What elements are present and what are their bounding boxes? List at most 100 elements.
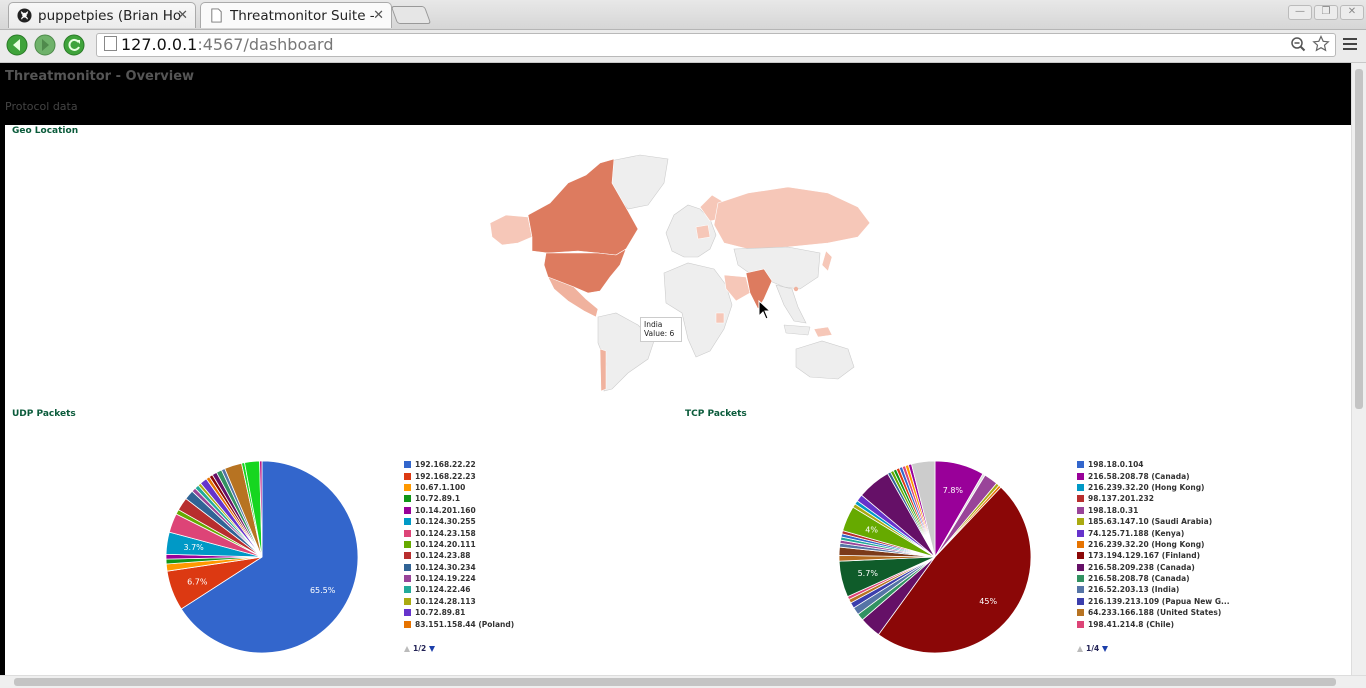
horizontal-scrollbar[interactable] — [0, 675, 1366, 688]
country-poland — [695, 224, 711, 240]
legend-item[interactable]: 98.137.201.232 — [1077, 493, 1230, 504]
legend-item[interactable]: 64.233.166.188 (United States) — [1077, 607, 1230, 618]
legend-label: 10.124.23.88 — [415, 551, 471, 561]
country-kenya — [715, 312, 725, 324]
legend-item[interactable]: 10.124.22.46 — [404, 584, 514, 595]
legend-label: 216.52.203.13 (India) — [1088, 585, 1180, 595]
legend-label: 10.124.19.224 — [415, 574, 476, 584]
back-icon[interactable] — [6, 34, 28, 56]
next-page-icon[interactable] — [1102, 645, 1109, 652]
vertical-scrollbar[interactable] — [1351, 63, 1366, 675]
legend-swatch — [404, 620, 411, 628]
udp-page-indicator: 1/2 — [413, 644, 427, 653]
zoom-icon[interactable] — [1290, 36, 1306, 52]
legend-item[interactable]: 185.63.147.10 (Saudi Arabia) — [1077, 516, 1230, 527]
udp-legend-pager: 1/2 — [404, 644, 436, 653]
legend-item[interactable]: 10.124.30.255 — [404, 516, 514, 527]
legend-item[interactable]: 10.124.23.88 — [404, 550, 514, 561]
menu-icon[interactable] — [1343, 35, 1357, 53]
legend-swatch — [404, 609, 411, 617]
legend-item[interactable]: 74.125.71.188 (Kenya) — [1077, 527, 1230, 538]
legend-item[interactable]: 10.124.23.158 — [404, 527, 514, 538]
prev-page-icon[interactable] — [1077, 645, 1083, 652]
legend-item[interactable]: 10.67.1.100 — [404, 482, 514, 493]
tcp-pie-chart[interactable]: 7.8% 45% 5.7% 4% — [833, 455, 1037, 659]
protocol-data-link[interactable]: Protocol data — [5, 100, 78, 113]
legend-item[interactable]: 83.151.158.44 (Poland) — [404, 618, 514, 629]
legend-label: 216.139.213.109 (Papua New G... — [1088, 596, 1230, 606]
legend-item[interactable]: 216.58.208.78 (Canada) — [1077, 573, 1230, 584]
legend-swatch — [404, 483, 411, 491]
restore-button[interactable]: ❐ — [1314, 5, 1338, 20]
close-icon[interactable]: ✕ — [373, 8, 384, 23]
legend-item[interactable]: 10.124.28.113 — [404, 596, 514, 607]
udp-packets-title: UDP Packets — [12, 409, 76, 419]
legend-label: 10.124.22.46 — [415, 585, 471, 595]
legend-item[interactable]: 216.239.32.20 (Hong Kong) — [1077, 482, 1230, 493]
prev-page-icon[interactable] — [404, 645, 410, 652]
page-info-icon[interactable] — [104, 36, 117, 51]
address-bar[interactable]: 127.0.0.1:4567/dashboard — [96, 33, 1336, 57]
tcp-legend: 198.18.0.104 216.58.208.78 (Canada) 216.23… — [1077, 459, 1230, 630]
legend-item[interactable]: 216.58.208.78 (Canada) — [1077, 470, 1230, 481]
country-chile — [599, 348, 607, 392]
legend-item[interactable]: 198.18.0.104 — [1077, 459, 1230, 470]
legend-item[interactable]: 10.72.89.1 — [404, 493, 514, 504]
legend-item[interactable]: 10.14.201.160 — [404, 505, 514, 516]
legend-swatch — [1077, 506, 1084, 514]
new-tab-button[interactable] — [390, 6, 432, 24]
legend-item[interactable]: 192.168.22.23 — [404, 470, 514, 481]
tab-threatmonitor[interactable]: Threatmonitor Suite - ✕ — [200, 2, 392, 28]
bookmark-star-icon[interactable] — [1312, 35, 1330, 53]
legend-item[interactable]: 216.52.203.13 (India) — [1077, 584, 1230, 595]
legend-label: 216.58.208.78 (Canada) — [1088, 471, 1190, 481]
legend-item[interactable]: 198.41.214.8 (Chile) — [1077, 618, 1230, 629]
scrollbar-thumb[interactable] — [1355, 69, 1363, 409]
udp-legend: 192.168.22.22 192.168.22.23 10.67.1.100 10.… — [404, 459, 514, 630]
legend-item[interactable]: 10.124.20.111 — [404, 539, 514, 550]
legend-swatch — [404, 461, 411, 469]
legend-label: 10.67.1.100 — [415, 482, 466, 492]
legend-item[interactable]: 216.139.213.109 (Papua New G... — [1077, 596, 1230, 607]
legend-swatch — [1077, 483, 1084, 491]
legend-item[interactable]: 216.58.209.238 (Canada) — [1077, 562, 1230, 573]
geo-location-title: Geo Location — [12, 126, 79, 136]
legend-item[interactable]: 198.18.0.31 — [1077, 505, 1230, 516]
page-title: Threatmonitor - Overview — [5, 69, 195, 84]
close-icon[interactable]: ✕ — [177, 8, 188, 23]
legend-item[interactable]: 173.194.129.167 (Finland) — [1077, 550, 1230, 561]
tcp-page-indicator: 1/4 — [1086, 644, 1100, 653]
legend-item[interactable]: 192.168.22.22 — [404, 459, 514, 470]
tab-github[interactable]: puppetpies (Brian Ho ✕ — [8, 2, 196, 28]
forward-icon[interactable] — [34, 34, 56, 56]
legend-item[interactable]: 10.124.19.224 — [404, 573, 514, 584]
legend-swatch — [404, 518, 411, 526]
legend-swatch — [1077, 529, 1084, 537]
close-window-button[interactable]: ✕ — [1340, 5, 1364, 20]
legend-swatch — [1077, 540, 1084, 548]
country-papua-new-guinea — [813, 326, 833, 338]
world-map[interactable] — [488, 153, 872, 393]
next-page-icon[interactable] — [429, 645, 436, 652]
legend-item[interactable]: 216.239.32.20 (Hong Kong) — [1077, 539, 1230, 550]
page-header: Threatmonitor - Overview Protocol data — [0, 63, 1351, 125]
udp-slice-label: 3.7% — [183, 543, 204, 552]
reload-icon[interactable] — [63, 34, 85, 56]
udp-slice-label: 65.5% — [310, 586, 336, 595]
legend-item[interactable]: 10.124.30.234 — [404, 562, 514, 573]
map-tooltip: India Value: 6 — [640, 317, 682, 342]
legend-label: 198.18.0.104 — [1088, 460, 1144, 470]
dashboard-page: Threatmonitor - Overview Protocol data G… — [0, 63, 1351, 675]
tooltip-country: India — [644, 320, 663, 329]
udp-pie-chart[interactable]: 65.5% 6.7% 3.7% — [160, 455, 364, 659]
minimize-button[interactable]: — — [1288, 5, 1312, 20]
legend-swatch — [404, 552, 411, 560]
legend-label: 10.124.28.113 — [415, 596, 476, 606]
legend-label: 198.18.0.31 — [1088, 505, 1139, 515]
tooltip-value: 6 — [669, 329, 675, 338]
scrollbar-thumb[interactable] — [14, 678, 1336, 686]
legend-label: 10.124.20.111 — [415, 539, 476, 549]
legend-item[interactable]: 10.72.89.81 — [404, 607, 514, 618]
country-russia — [713, 186, 871, 250]
legend-label: 216.239.32.20 (Hong Kong) — [1088, 482, 1205, 492]
